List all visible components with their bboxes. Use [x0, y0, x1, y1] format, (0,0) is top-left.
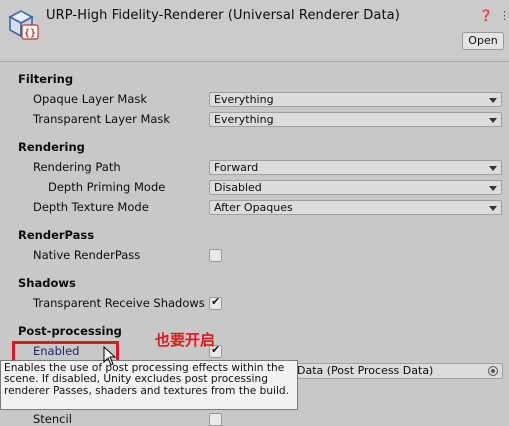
chevron-down-icon — [489, 98, 497, 103]
post-process-data-value: Data (Post Process Data) — [297, 364, 434, 377]
post-process-data-field[interactable]: Data (Post Process Data) — [290, 363, 503, 379]
stencil-label: Stencil — [33, 412, 72, 426]
chevron-down-icon — [489, 166, 497, 171]
opaque-layer-mask-dropdown[interactable]: Everything — [209, 92, 502, 107]
transparent-layer-mask-label: Transparent Layer Mask — [33, 112, 171, 126]
native-renderpass-label: Native RenderPass — [33, 248, 141, 262]
chevron-down-icon — [489, 186, 497, 191]
depth-priming-mode-label: Depth Priming Mode — [48, 180, 166, 194]
open-button[interactable]: Open — [462, 32, 504, 50]
chevron-down-icon — [489, 118, 497, 123]
checkmark-icon: ✔ — [211, 295, 221, 308]
annotation-text: 也要开启 — [155, 331, 216, 349]
asset-title: URP-High Fidelity-Renderer (Universal Re… — [46, 8, 400, 23]
tooltip: Enables the use of post processing effec… — [0, 360, 298, 410]
section-rendering: Rendering — [18, 140, 85, 154]
rendering-path-label: Rendering Path — [33, 160, 121, 174]
renderer-data-asset-icon: {} — [8, 10, 39, 40]
header-divider — [0, 61, 509, 62]
settings-icon[interactable]: ⋮ — [499, 9, 509, 22]
chevron-down-icon — [489, 206, 497, 211]
mouse-cursor-icon — [103, 346, 117, 366]
transparent-layer-mask-dropdown[interactable]: Everything — [209, 112, 502, 127]
depth-priming-mode-value: Disabled — [214, 181, 262, 194]
section-filtering: Filtering — [18, 72, 74, 86]
svg-text:{}: {} — [24, 28, 36, 39]
native-renderpass-checkbox[interactable] — [209, 249, 222, 262]
depth-texture-mode-label: Depth Texture Mode — [33, 200, 149, 214]
opaque-layer-mask-value: Everything — [214, 93, 274, 106]
section-postprocessing: Post-processing — [18, 324, 122, 338]
section-renderpass: RenderPass — [18, 228, 95, 242]
transparent-receive-shadows-label: Transparent Receive Shadows — [33, 296, 205, 310]
rendering-path-value: Forward — [214, 161, 259, 174]
depth-priming-mode-dropdown[interactable]: Disabled — [209, 180, 502, 195]
help-icon[interactable]: ❓ — [479, 9, 493, 22]
depth-texture-mode-dropdown[interactable]: After Opaques — [209, 200, 502, 215]
stencil-checkbox[interactable] — [209, 413, 222, 426]
opaque-layer-mask-label: Opaque Layer Mask — [33, 92, 148, 106]
transparent-layer-mask-value: Everything — [214, 113, 274, 126]
transparent-receive-shadows-checkbox[interactable]: ✔ — [209, 295, 222, 310]
section-shadows: Shadows — [18, 276, 76, 290]
depth-texture-mode-value: After Opaques — [214, 201, 293, 214]
inspector-header: {} URP-High Fidelity-Renderer (Universal… — [0, 0, 509, 58]
object-picker-icon[interactable] — [488, 366, 498, 376]
rendering-path-dropdown[interactable]: Forward — [209, 160, 502, 175]
